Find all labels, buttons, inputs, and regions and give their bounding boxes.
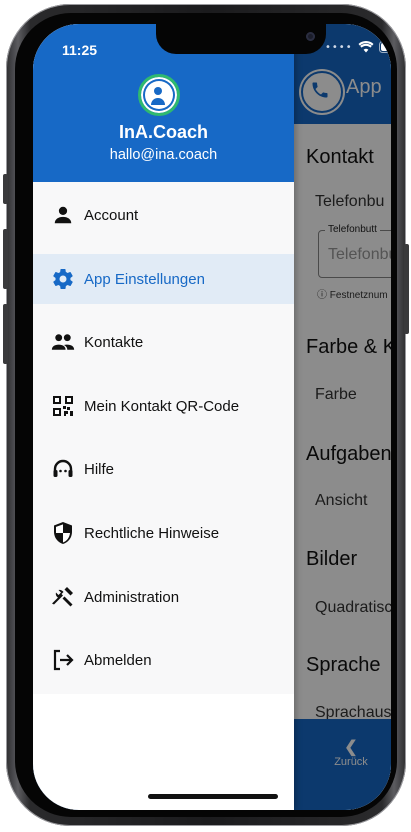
volume-down-button: [3, 304, 8, 364]
screen: App Kontakt Telefonbu Telefonbutt Telefo…: [33, 24, 391, 810]
menu-item-hilfe[interactable]: Hilfe: [33, 444, 294, 494]
menu-label-abmelden: Abmelden: [84, 651, 152, 669]
menu-item-account[interactable]: Account: [33, 190, 294, 240]
menu-label-app-einstellungen: App Einstellungen: [84, 270, 205, 288]
menu-label-administration: Administration: [84, 588, 180, 606]
app-name: InA.Coach: [118, 122, 208, 142]
mute-switch: [3, 174, 8, 204]
menu-item-app-einstellungen[interactable]: App Einstellungen: [33, 254, 294, 304]
tools-icon: [51, 585, 75, 609]
battery-icon: [378, 41, 391, 53]
menu-item-qr-code[interactable]: Mein Kontakt QR-Code: [33, 381, 294, 431]
gear-icon: [51, 267, 75, 291]
volume-up-button: [3, 229, 8, 289]
people-icon: [51, 330, 75, 354]
shield-icon: [51, 521, 75, 545]
menu-item-abmelden[interactable]: Abmelden: [33, 635, 294, 685]
home-indicator[interactable]: [148, 794, 278, 799]
navigation-drawer: 11:25 InA.Coach hallo@ina.coach Account: [33, 24, 294, 810]
menu-label-kontakte: Kontakte: [84, 333, 144, 351]
menu-item-kontakte[interactable]: Kontakte: [33, 317, 294, 367]
power-button: [404, 244, 409, 334]
status-icons: ••••: [325, 41, 391, 53]
menu-item-rechtliche-hinweise[interactable]: Rechtliche Hinweise: [33, 508, 294, 558]
camera-icon: [306, 32, 315, 41]
notch: [156, 24, 326, 54]
coach-logo-icon: [151, 87, 165, 105]
avatar[interactable]: [138, 74, 180, 116]
menu-label-hilfe: Hilfe: [84, 460, 115, 478]
wifi-icon: [358, 41, 374, 53]
qr-code-icon: [51, 394, 75, 418]
drawer-menu: Account App Einstellungen Kontakte Mein …: [33, 182, 294, 694]
person-icon: [51, 203, 75, 227]
menu-label-account: Account: [84, 206, 139, 224]
signal-dots-icon: ••••: [325, 41, 353, 53]
menu-label-qr-code: Mein Kontakt QR-Code: [84, 397, 240, 415]
menu-label-rechtliche-hinweise: Rechtliche Hinweise: [84, 524, 220, 542]
status-time: 11:25: [62, 42, 98, 58]
logout-icon: [51, 648, 75, 672]
help-person-icon: [51, 457, 75, 481]
user-email: hallo@ina.coach: [109, 147, 218, 163]
menu-item-administration[interactable]: Administration: [33, 572, 294, 622]
